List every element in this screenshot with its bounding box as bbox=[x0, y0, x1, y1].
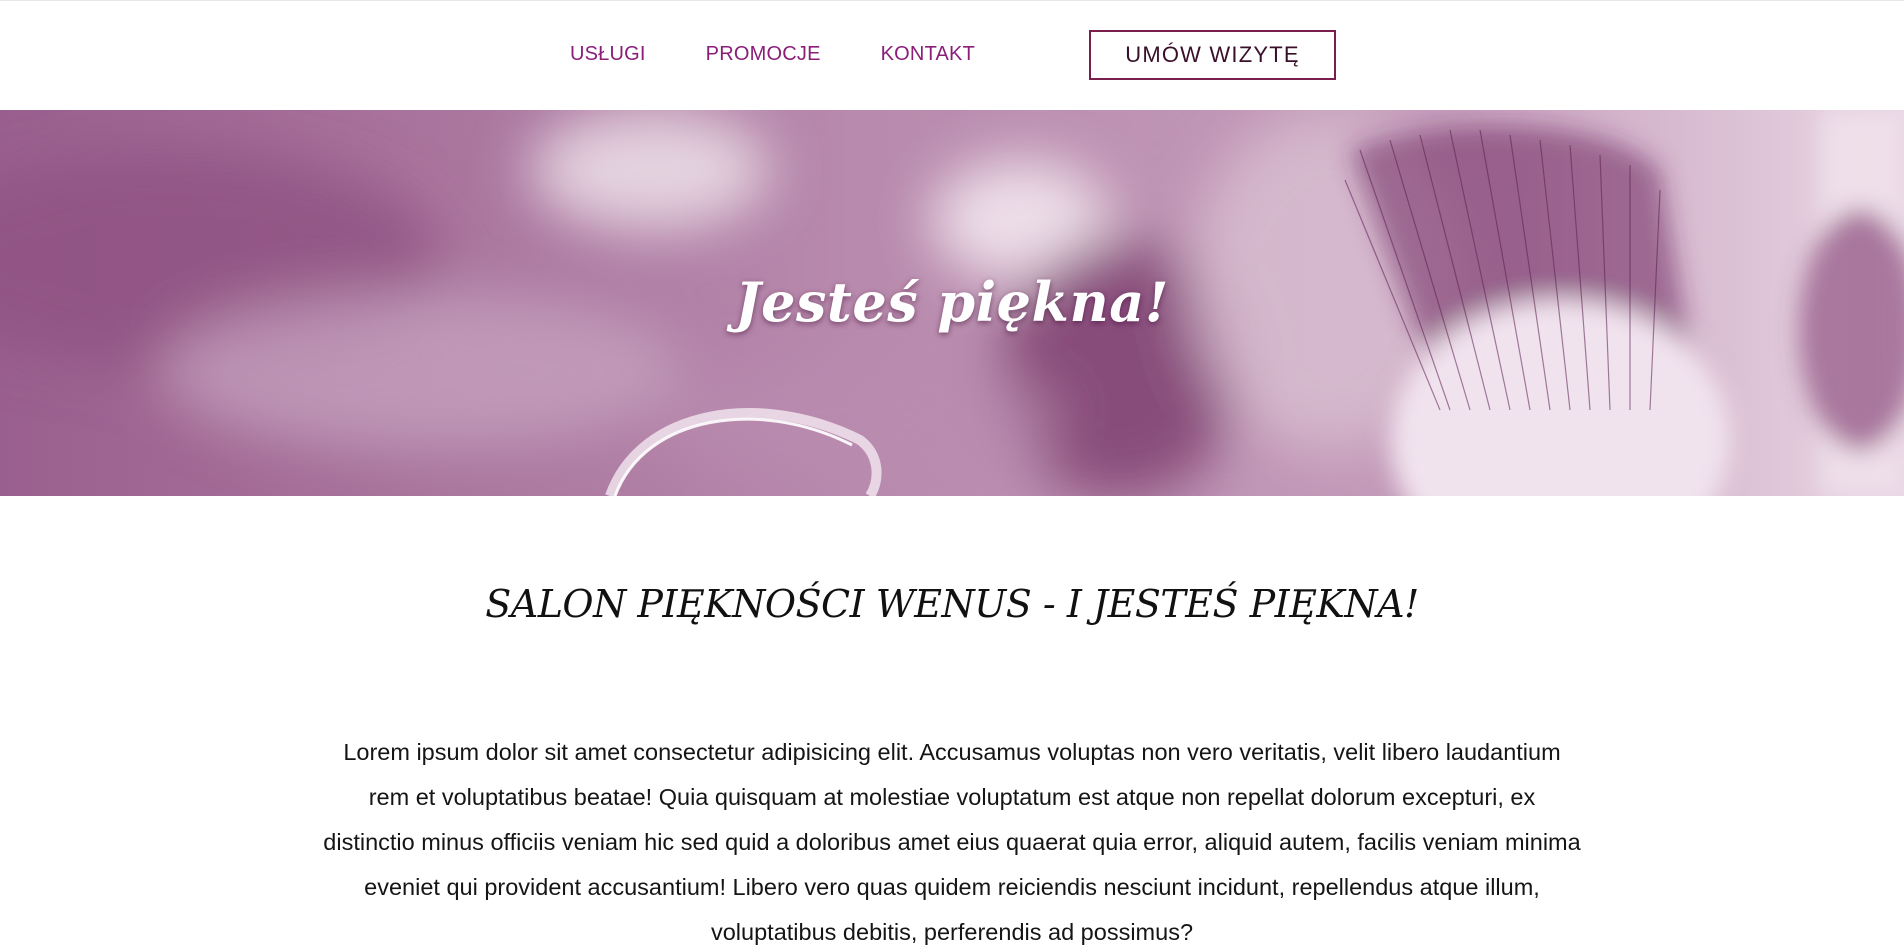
page: USŁUGI PROMOCJE KONTAKT UMÓW WIZYTĘ Jest… bbox=[0, 0, 1904, 950]
top-navigation-bar: USŁUGI PROMOCJE KONTAKT UMÓW WIZYTĘ bbox=[0, 0, 1904, 111]
section-heading: SALON PIĘKNOŚCI WENUS - I JESTEŚ PIĘKNA! bbox=[485, 582, 1419, 626]
nav-link-uslugi[interactable]: USŁUGI bbox=[570, 41, 646, 67]
book-appointment-button[interactable]: UMÓW WIZYTĘ bbox=[1089, 30, 1336, 80]
hero-title: Jesteś piękna! bbox=[735, 270, 1169, 334]
main-nav: USŁUGI PROMOCJE KONTAKT bbox=[570, 41, 1035, 67]
nav-link-promocje[interactable]: PROMOCJE bbox=[706, 41, 821, 67]
hero-banner: Jesteś piękna! bbox=[0, 110, 1904, 496]
intro-paragraph: Lorem ipsum dolor sit amet consectetur a… bbox=[323, 739, 1581, 945]
nav-link-kontakt[interactable]: KONTAKT bbox=[881, 41, 975, 67]
